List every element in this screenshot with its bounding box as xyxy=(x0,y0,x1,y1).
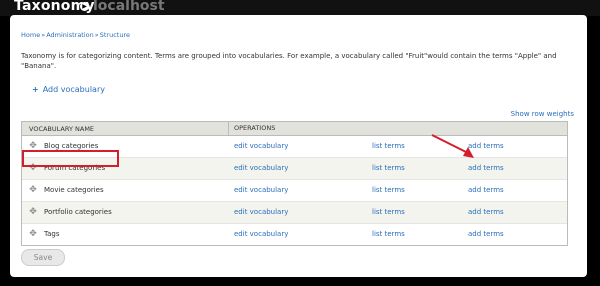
list-terms-link[interactable]: list terms xyxy=(372,164,405,172)
plus-icon: + xyxy=(32,85,39,94)
vocabulary-name: Movie categories xyxy=(44,186,104,194)
drag-handle-icon[interactable]: ✥ xyxy=(29,142,37,151)
highlight-box-annotation xyxy=(22,150,119,167)
breadcrumb-administration[interactable]: Administration xyxy=(46,31,94,39)
table-header: VOCABULARY NAME OPERATIONS xyxy=(22,122,567,136)
drag-handle-icon[interactable]: ✥ xyxy=(29,186,37,195)
add-terms-link[interactable]: add terms xyxy=(468,230,504,238)
header-vocabulary-name: VOCABULARY NAME xyxy=(29,125,95,133)
title-bar: Taxonomy ▶ localhost xyxy=(0,0,600,16)
list-terms-link[interactable]: list terms xyxy=(372,208,405,216)
arrow-annotation-icon xyxy=(431,134,474,158)
edit-vocabulary-link[interactable]: edit vocabulary xyxy=(234,230,288,238)
save-button[interactable]: Save xyxy=(21,249,65,266)
list-terms-link[interactable]: list terms xyxy=(372,230,405,238)
overlay-toggle-icon[interactable]: ▶ xyxy=(80,2,89,11)
header-operations: OPERATIONS xyxy=(228,122,275,135)
table-row: ✥ Movie categories edit vocabulary list … xyxy=(22,180,567,202)
edit-vocabulary-link[interactable]: edit vocabulary xyxy=(234,164,288,172)
add-terms-link[interactable]: add terms xyxy=(468,164,504,172)
vocabulary-name: Tags xyxy=(44,230,60,238)
vocabulary-name: Blog categories xyxy=(44,142,99,150)
show-row-weights-link[interactable]: Show row weights xyxy=(511,110,574,118)
page-description: Taxonomy is for categorizing content. Te… xyxy=(21,52,557,70)
list-terms-link[interactable]: list terms xyxy=(372,142,405,150)
breadcrumb-structure[interactable]: Structure xyxy=(100,31,130,39)
drag-handle-icon[interactable]: ✥ xyxy=(29,208,37,217)
add-vocabulary-label: Add vocabulary xyxy=(42,85,105,94)
vocabulary-table: VOCABULARY NAME OPERATIONS ✥ Blog catego… xyxy=(21,121,568,246)
vocabulary-name: Portfolio categories xyxy=(44,208,112,216)
host-label: localhost xyxy=(93,0,165,14)
overlay-panel: Home»Administration»Structure Taxonomy i… xyxy=(10,15,587,277)
list-terms-link[interactable]: list terms xyxy=(372,186,405,194)
edit-vocabulary-link[interactable]: edit vocabulary xyxy=(234,186,288,194)
add-terms-link[interactable]: add terms xyxy=(468,208,504,216)
breadcrumb: Home»Administration»Structure xyxy=(21,31,130,39)
edit-vocabulary-link[interactable]: edit vocabulary xyxy=(234,208,288,216)
add-terms-link[interactable]: add terms xyxy=(468,186,504,194)
table-row: ✥ Tags edit vocabulary list terms add te… xyxy=(22,224,567,245)
table-row: ✥ Portfolio categories edit vocabulary l… xyxy=(22,202,567,224)
drag-handle-icon[interactable]: ✥ xyxy=(29,230,37,239)
add-vocabulary-link[interactable]: + Add vocabulary xyxy=(32,85,105,94)
edit-vocabulary-link[interactable]: edit vocabulary xyxy=(234,142,288,150)
breadcrumb-home[interactable]: Home xyxy=(21,31,40,39)
